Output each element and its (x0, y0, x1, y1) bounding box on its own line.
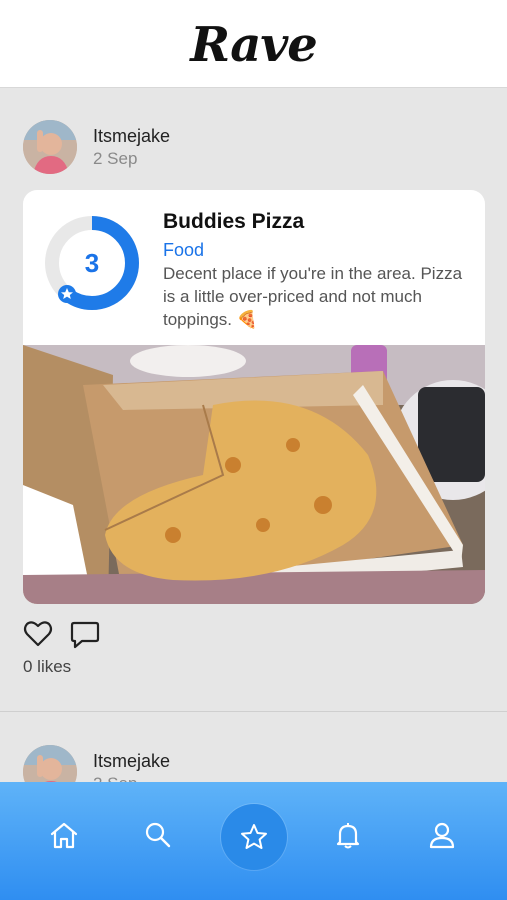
review-card[interactable]: 3 Buddies Pizza Food Decent place if you… (23, 190, 485, 604)
search-icon[interactable] (143, 820, 173, 850)
post-header[interactable]: Itsmejake 2 Sep (23, 120, 323, 174)
bottom-tab-bar (0, 782, 507, 900)
post-username[interactable]: Itsmejake (93, 126, 170, 147)
post-divider (0, 711, 507, 712)
avatar[interactable] (23, 120, 77, 174)
rate-button[interactable] (221, 804, 287, 870)
app-logo: Rave (190, 17, 318, 73)
rating-score: 3 (84, 248, 100, 278)
post-photo[interactable] (23, 345, 485, 604)
star-icon (241, 824, 267, 849)
home-icon[interactable] (49, 820, 79, 850)
business-name[interactable]: Buddies Pizza (163, 210, 304, 234)
review-text: Decent place if you're in the area. Pizz… (163, 264, 463, 329)
post-date: 2 Sep (93, 149, 138, 168)
app-header: Rave (0, 0, 507, 88)
likes-count[interactable]: 0 likes (23, 657, 71, 677)
heart-icon[interactable] (23, 619, 53, 649)
user-icon[interactable] (427, 820, 457, 850)
post-username[interactable]: Itsmejake (93, 751, 170, 772)
post-actions (23, 619, 143, 649)
comment-icon[interactable] (70, 619, 100, 649)
bell-icon[interactable] (333, 820, 363, 850)
business-category[interactable]: Food (163, 240, 204, 261)
